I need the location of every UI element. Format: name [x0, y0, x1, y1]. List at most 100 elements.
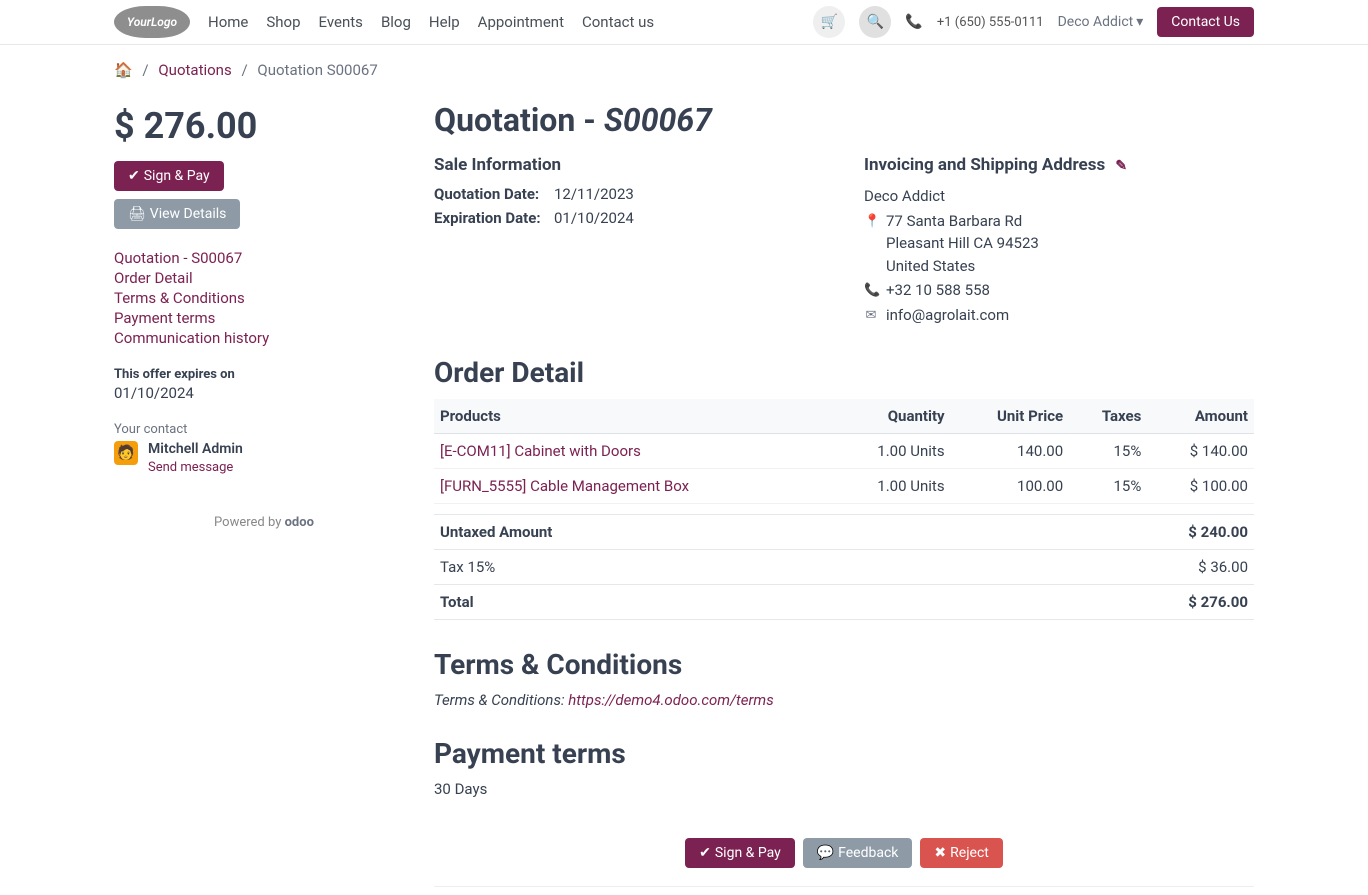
cell-tax: 15%	[1069, 469, 1147, 504]
nav-home[interactable]: Home	[208, 13, 248, 31]
side-link-comm[interactable]: Communication history	[114, 329, 414, 347]
tax-label: Tax 15%	[434, 550, 954, 585]
tax-value: $ 36.00	[954, 550, 1254, 585]
total-label: Total	[434, 585, 954, 620]
nav-links: Home Shop Events Blog Help Appointment C…	[208, 13, 654, 31]
col-products: Products	[434, 399, 830, 434]
expiration-date-v: 01/10/2024	[554, 209, 824, 227]
table-row: [FURN_5555] Cable Management Box 1.00 Un…	[434, 469, 1254, 504]
side-link-order[interactable]: Order Detail	[114, 269, 414, 287]
col-qty: Quantity	[830, 399, 950, 434]
search-icon: 🔍	[867, 14, 884, 30]
terms-head: Terms & Conditions	[434, 648, 1254, 681]
cart-icon: 🛒	[821, 14, 838, 30]
reject-button[interactable]: ✖ Reject	[920, 838, 1002, 868]
breadcrumb-current: Quotation S00067	[257, 61, 377, 79]
breadcrumb: 🏠 / Quotations / Quotation S00067	[114, 45, 1254, 95]
sign-pay-button[interactable]: ✔ Sign & Pay	[114, 161, 224, 191]
user-dropdown[interactable]: Deco Addict ▾	[1058, 14, 1144, 30]
page-title: Quotation - S00067	[434, 101, 1254, 139]
powered-by: Powered by odoo	[114, 515, 414, 530]
cell-tax: 15%	[1069, 434, 1147, 469]
address-name: Deco Addict	[864, 185, 1254, 208]
sale-info-head: Sale Information	[434, 155, 824, 175]
check-icon: ✔	[128, 168, 140, 184]
navbar: YourLogo Home Shop Events Blog Help Appo…	[0, 0, 1368, 45]
order-detail-head: Order Detail	[434, 356, 1254, 389]
mail-icon: ✉	[864, 304, 878, 326]
action-bar: ✔ Sign & Pay 💬 Feedback ✖ Reject	[434, 838, 1254, 868]
nav-blog[interactable]: Blog	[381, 13, 411, 31]
side-nav: Quotation - S00067 Order Detail Terms & …	[114, 249, 414, 347]
product-link[interactable]: [E-COM11] Cabinet with Doors	[440, 442, 824, 460]
col-taxes: Taxes	[1069, 399, 1147, 434]
nav-contact[interactable]: Contact us	[582, 13, 654, 31]
sidebar: $ 276.00 ✔ Sign & Pay 🖨 View Details Quo…	[114, 95, 414, 530]
terms-link[interactable]: https://demo4.odoo.com/terms	[568, 691, 773, 709]
cell-unit: 100.00	[951, 469, 1070, 504]
view-details-button[interactable]: 🖨 View Details	[114, 199, 240, 229]
nav-events[interactable]: Events	[319, 13, 363, 31]
address-head: Invoicing and Shipping Address ✎	[864, 155, 1254, 175]
expires-label: This offer expires on	[114, 367, 414, 382]
cell-qty: 1.00 Units	[830, 469, 950, 504]
order-table: Products Quantity Unit Price Taxes Amoun…	[434, 399, 1254, 504]
phone-icon: 📞	[905, 14, 922, 30]
pencil-icon: ✎	[1115, 158, 1127, 174]
totals-table: Untaxed Amount $ 240.00 Tax 15% $ 36.00 …	[434, 514, 1254, 620]
payment-terms-value: 30 Days	[434, 780, 1254, 798]
main: Quotation - S00067 Sale Information Quot…	[434, 95, 1254, 895]
terms-label: Terms & Conditions:	[434, 691, 568, 709]
untaxed-value: $ 240.00	[954, 515, 1254, 550]
feedback-button[interactable]: 💬 Feedback	[803, 838, 913, 868]
address-email: info@agrolait.com	[886, 304, 1009, 327]
total-value: $ 276.00	[954, 585, 1254, 620]
cart-button[interactable]: 🛒	[813, 6, 845, 38]
table-row: [E-COM11] Cabinet with Doors 1.00 Units …	[434, 434, 1254, 469]
sign-pay-button-bottom[interactable]: ✔ Sign & Pay	[685, 838, 795, 868]
cell-amt: $ 140.00	[1147, 434, 1254, 469]
pin-icon: 📍	[864, 210, 878, 232]
expires-date: 01/10/2024	[114, 384, 414, 402]
address-line1: 77 Santa Barbara Rd	[886, 210, 1039, 233]
cell-amt: $ 100.00	[1147, 469, 1254, 504]
nav-shop[interactable]: Shop	[266, 13, 300, 31]
avatar: 🧑	[114, 441, 138, 465]
send-message-link[interactable]: Send message	[148, 460, 233, 475]
side-link-quotation[interactable]: Quotation - S00067	[114, 249, 414, 267]
phone-icon: 📞	[864, 279, 878, 301]
cell-qty: 1.00 Units	[830, 434, 950, 469]
quotation-date-k: Quotation Date:	[434, 185, 544, 203]
untaxed-label: Untaxed Amount	[434, 515, 954, 550]
print-icon: 🖨	[128, 206, 146, 222]
quotation-date-v: 12/11/2023	[554, 185, 824, 203]
expiration-date-k: Expiration Date:	[434, 209, 544, 227]
address-phone: +32 10 588 558	[886, 279, 990, 302]
col-unit: Unit Price	[951, 399, 1070, 434]
search-button[interactable]: 🔍	[859, 6, 891, 38]
product-link[interactable]: [FURN_5555] Cable Management Box	[440, 477, 824, 495]
contact-label: Your contact	[114, 422, 414, 437]
nav-help[interactable]: Help	[429, 13, 460, 31]
payment-terms-head: Payment terms	[434, 737, 1254, 770]
breadcrumb-home[interactable]: 🏠	[114, 61, 133, 79]
contact-us-button[interactable]: Contact Us	[1157, 7, 1254, 37]
comment-icon: 💬	[817, 845, 834, 861]
address-line2: Pleasant Hill CA 94523	[886, 232, 1039, 255]
address-line3: United States	[886, 255, 1039, 278]
edit-address-button[interactable]: ✎	[1115, 158, 1127, 174]
close-icon: ✖	[934, 845, 946, 861]
total-price: $ 276.00	[114, 105, 414, 147]
nav-appointment[interactable]: Appointment	[478, 13, 564, 31]
check-icon: ✔	[699, 845, 711, 861]
contact-name: Mitchell Admin	[148, 441, 243, 457]
logo[interactable]: YourLogo	[114, 6, 190, 38]
breadcrumb-quotations[interactable]: Quotations	[158, 61, 231, 79]
phone-number: +1 (650) 555-0111	[937, 15, 1044, 30]
side-link-payment[interactable]: Payment terms	[114, 309, 414, 327]
home-icon: 🏠	[114, 61, 133, 79]
side-link-terms[interactable]: Terms & Conditions	[114, 289, 414, 307]
col-amount: Amount	[1147, 399, 1254, 434]
chevron-down-icon: ▾	[1136, 14, 1143, 30]
cell-unit: 140.00	[951, 434, 1070, 469]
